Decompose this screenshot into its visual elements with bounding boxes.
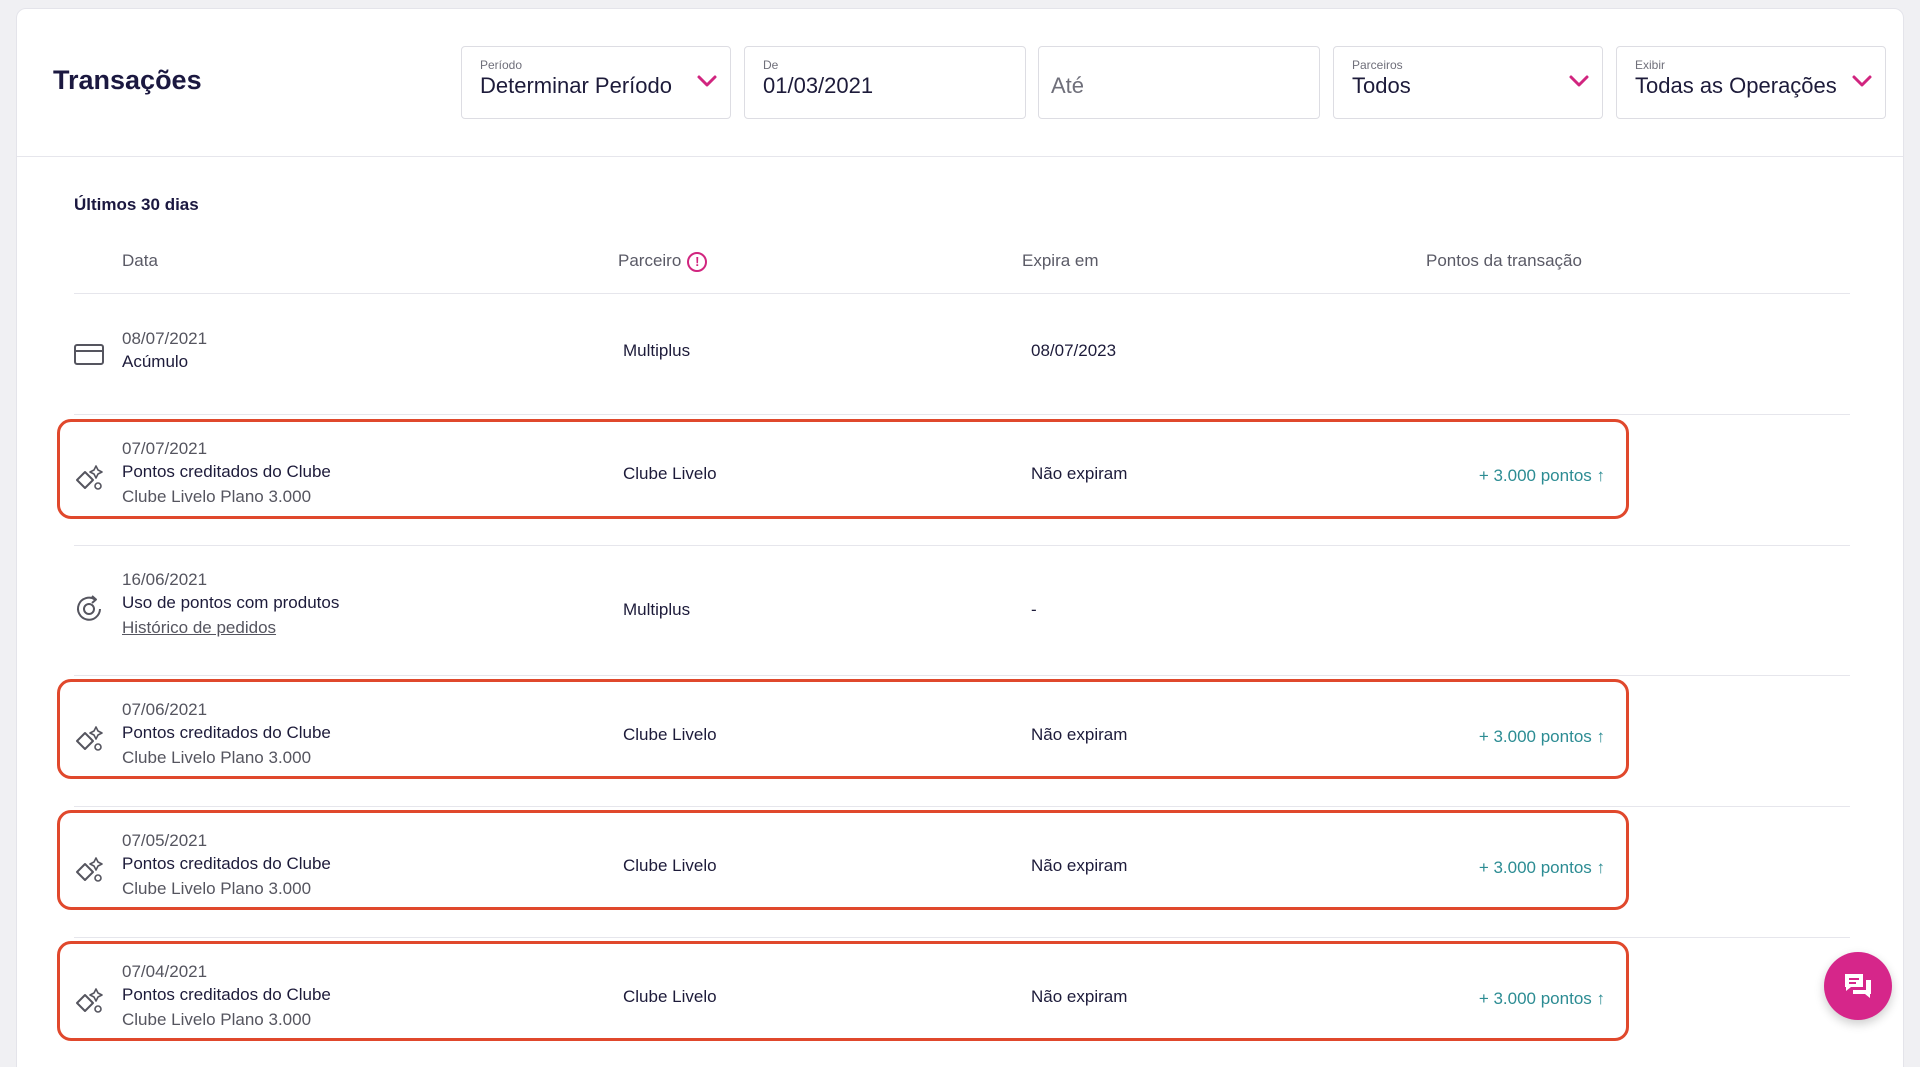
row-date: 07/07/2021: [122, 439, 208, 458]
row-partner: Clube Livelo: [623, 725, 717, 744]
row-partner: Multiplus: [623, 341, 691, 360]
row-title: Pontos creditados do Clube: [122, 854, 331, 873]
transactions-card: Transações Período Determinar Período De…: [16, 8, 1904, 1067]
page-title: Transações: [53, 65, 202, 95]
chat-button[interactable]: [1824, 952, 1892, 1020]
row-subtitle: Clube Livelo Plano 3.000: [122, 1010, 312, 1029]
row-title: Acúmulo: [122, 352, 189, 371]
sparkle-points-icon: [76, 465, 103, 490]
show-value: Todas as Operações: [1635, 73, 1837, 98]
sparkle-points-icon: [76, 726, 103, 751]
row-points: + 3.000 pontos ↑: [1478, 466, 1605, 485]
date-from-field[interactable]: De 01/03/2021: [744, 46, 1026, 119]
show-label: Exibir: [1635, 58, 1666, 72]
column-header-expires: Expira em: [1022, 251, 1099, 270]
row-date: 16/06/2021: [122, 570, 208, 589]
points-exchange-icon: [77, 595, 101, 621]
row-title: Pontos creditados do Clube: [122, 462, 331, 481]
table-row[interactable]: 07/04/2021 Pontos creditados do Clube Cl…: [17, 937, 1903, 1067]
filters-bar: Transações Período Determinar Período De…: [17, 9, 1903, 157]
column-header-partner-label: Parceiro: [618, 251, 682, 270]
column-header-points: Pontos da transação: [1426, 251, 1582, 270]
order-history-link[interactable]: Histórico de pedidos: [122, 618, 276, 638]
sparkle-points-icon: [76, 988, 103, 1013]
info-icon[interactable]: !: [687, 251, 708, 272]
row-expires: 08/07/2023: [1031, 341, 1117, 360]
column-header-date: Data: [122, 251, 158, 270]
chevron-down-icon: [1852, 75, 1872, 87]
table-row[interactable]: 07/07/2021 Pontos creditados do Clube Cl…: [17, 414, 1903, 545]
row-partner: Multiplus: [623, 600, 691, 619]
row-points: + 3.000 pontos ↑: [1478, 858, 1605, 877]
column-header-partner: Parceiro!: [618, 251, 708, 272]
row-date: 08/07/2021: [122, 329, 208, 348]
date-from-value: 01/03/2021: [763, 73, 874, 98]
row-subtitle: Clube Livelo Plano 3.000: [122, 487, 312, 506]
row-expires: Não expiram: [1031, 725, 1128, 744]
row-date: 07/06/2021: [122, 700, 208, 719]
table-row[interactable]: 16/06/2021 Uso de pontos com produtos Hi…: [17, 545, 1903, 675]
row-expires: -: [1031, 600, 1037, 619]
period-select[interactable]: Período Determinar Período: [461, 46, 731, 119]
row-partner: Clube Livelo: [623, 856, 717, 875]
period-label: Período: [480, 58, 523, 72]
show-select[interactable]: Exibir Todas as Operações: [1616, 46, 1886, 119]
row-points: + 3.000 pontos ↑: [1478, 727, 1605, 746]
date-from-label: De: [763, 58, 779, 72]
table-row[interactable]: 07/05/2021 Pontos creditados do Clube Cl…: [17, 806, 1903, 937]
row-subtitle: Clube Livelo Plano 3.000: [122, 879, 312, 898]
row-date: 07/04/2021: [122, 962, 208, 981]
row-expires: Não expiram: [1031, 464, 1128, 483]
row-points: + 3.000 pontos ↑: [1478, 989, 1605, 1008]
row-subtitle: Clube Livelo Plano 3.000: [122, 748, 312, 767]
partners-label: Parceiros: [1352, 58, 1403, 72]
row-partner: Clube Livelo: [623, 987, 717, 1006]
row-expires: Não expiram: [1031, 856, 1128, 875]
sparkle-points-icon: [76, 857, 103, 882]
table-row[interactable]: 07/06/2021 Pontos creditados do Clube Cl…: [17, 675, 1903, 806]
row-title: Pontos creditados do Clube: [122, 985, 331, 1004]
row-expires: Não expiram: [1031, 987, 1128, 1006]
row-title: Pontos creditados do Clube: [122, 723, 331, 742]
credit-card-icon: [74, 344, 104, 365]
table-row[interactable]: 08/07/2021 Acúmulo Multiplus 08/07/2023: [17, 293, 1903, 414]
partners-select[interactable]: Parceiros Todos: [1333, 46, 1603, 119]
chat-icon: [1845, 974, 1871, 998]
row-partner: Clube Livelo: [623, 464, 717, 483]
date-to-field[interactable]: Até: [1038, 46, 1320, 119]
row-date: 07/05/2021: [122, 831, 208, 850]
chevron-down-icon: [697, 75, 717, 87]
partners-value: Todos: [1352, 73, 1411, 98]
chevron-down-icon: [1569, 75, 1589, 87]
date-to-placeholder: Até: [1051, 73, 1085, 98]
section-title: Últimos 30 dias: [74, 195, 199, 214]
period-value: Determinar Período: [480, 73, 672, 98]
row-title: Uso de pontos com produtos: [122, 593, 340, 612]
